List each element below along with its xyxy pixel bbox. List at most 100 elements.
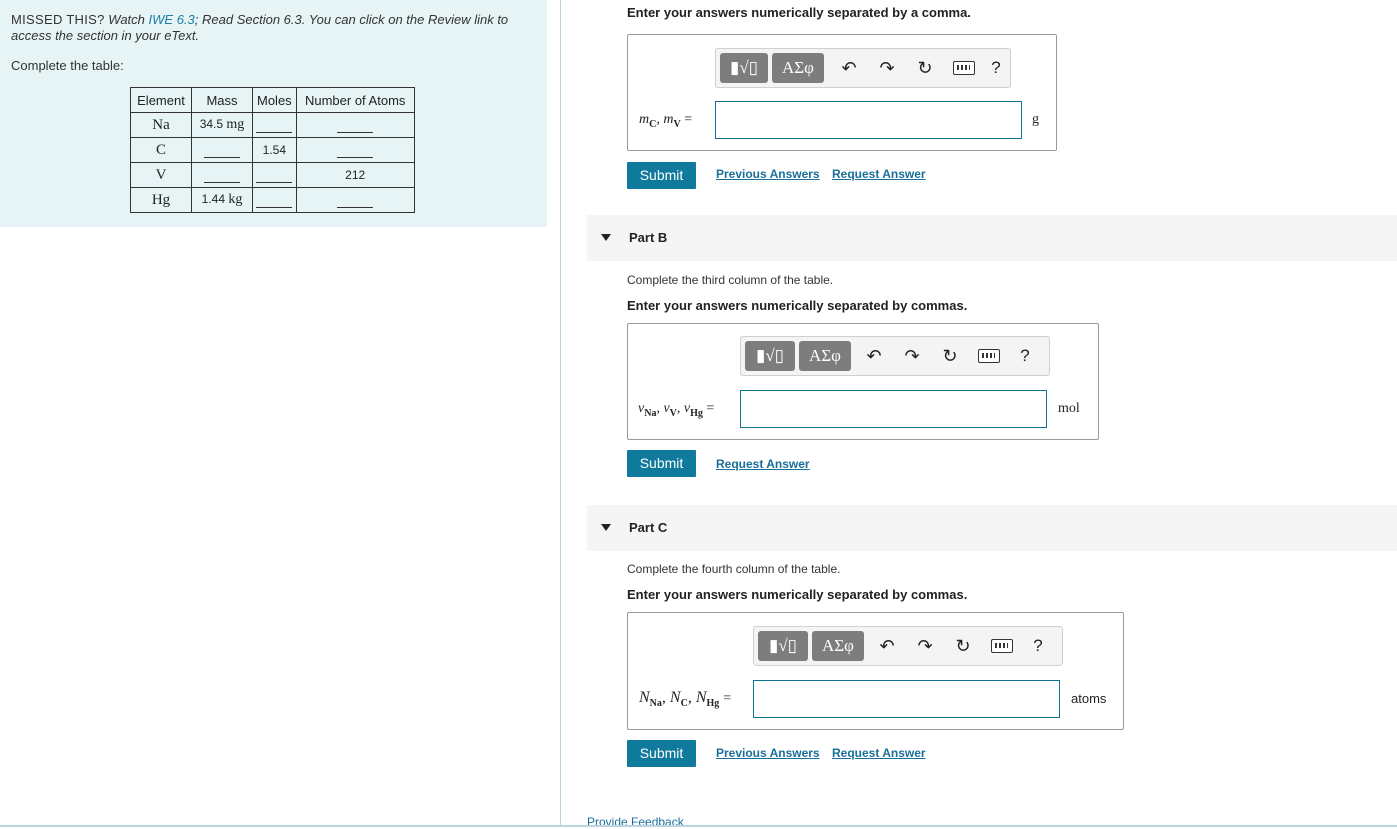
part-a-variable-label: mC, mV = xyxy=(639,112,693,130)
mass-unit: mg xyxy=(226,117,245,132)
redo-icon[interactable]: ↷ xyxy=(901,344,923,368)
mass-cell: 1.44 kg xyxy=(191,187,253,213)
part-c-unit: atoms xyxy=(1071,691,1107,706)
reset-icon[interactable]: ↻ xyxy=(914,56,936,80)
help-button[interactable]: ? xyxy=(986,56,1006,80)
element-cell: V xyxy=(130,162,192,188)
table-row: C 1.54 xyxy=(130,137,415,163)
complete-table-label: Complete the table: xyxy=(11,58,124,73)
mass-value: 34.5 xyxy=(199,117,224,131)
blank-line xyxy=(204,143,240,158)
part-c-answer-box: ▮√▯ ΑΣφ ↶ ↷ ↻ ? NNa, NC, NHg = atoms xyxy=(627,612,1124,730)
redo-icon[interactable]: ↷ xyxy=(914,634,936,658)
atoms-cell xyxy=(295,187,415,213)
table-header-row: Element Mass Moles Number of Atoms xyxy=(130,87,415,113)
header-element: Element xyxy=(130,87,192,113)
math-toolbar: ▮√▯ ΑΣφ ↶ ↷ ↻ ? xyxy=(753,626,1063,666)
element-cell: Hg xyxy=(130,187,192,213)
part-b-answer-box: ▮√▯ ΑΣφ ↶ ↷ ↻ ? νNa, νV, νHg = mol xyxy=(627,323,1099,440)
part-a-previous-answers-link[interactable]: Previous Answers xyxy=(716,167,820,181)
greek-symbols-button[interactable]: ΑΣφ xyxy=(812,631,864,661)
part-c-header[interactable]: Part C xyxy=(587,505,1397,551)
undo-icon[interactable]: ↶ xyxy=(863,344,885,368)
part-a-answer-input[interactable] xyxy=(715,101,1022,139)
mass-value: 1.44 xyxy=(201,192,225,206)
blank-line xyxy=(256,193,293,208)
header-mass: Mass xyxy=(191,87,253,113)
keyboard-icon[interactable] xyxy=(978,349,1000,363)
template-button[interactable]: ▮√▯ xyxy=(758,631,808,661)
mass-cell xyxy=(191,137,253,163)
blank-line xyxy=(256,118,293,133)
mass-cell: 34.5 mg xyxy=(191,112,253,138)
header-moles: Moles xyxy=(252,87,297,113)
table-row: V 212 xyxy=(130,162,415,188)
help-button[interactable]: ? xyxy=(1015,344,1035,368)
moles-cell xyxy=(252,112,297,138)
part-a-answer-box: ▮√▯ ΑΣφ ↶ ↷ ↻ ? mC, mV = g xyxy=(627,34,1057,151)
collapse-triangle-icon[interactable] xyxy=(601,234,611,241)
math-toolbar: ▮√▯ ΑΣφ ↶ ↷ ↻ ? xyxy=(740,336,1050,376)
part-c-title: Part C xyxy=(629,520,668,535)
part-a-submit-button[interactable]: Submit xyxy=(627,162,696,189)
help-button[interactable]: ? xyxy=(1028,634,1048,658)
greek-symbols-button[interactable]: ΑΣφ xyxy=(772,53,824,83)
watch-text: Watch xyxy=(108,12,145,27)
undo-icon[interactable]: ↶ xyxy=(838,56,860,80)
part-b-title: Part B xyxy=(629,230,668,245)
math-toolbar: ▮√▯ ΑΣφ ↶ ↷ ↻ ? xyxy=(715,48,1011,88)
part-b-answer-input[interactable] xyxy=(740,390,1047,428)
mass-unit: kg xyxy=(228,192,243,207)
element-cell: Na xyxy=(130,112,192,138)
part-c-previous-answers-link[interactable]: Previous Answers xyxy=(716,746,820,760)
part-a-unit: g xyxy=(1032,112,1039,127)
part-c-prompt: Enter your answers numerically separated… xyxy=(627,587,968,602)
column-divider xyxy=(560,0,561,827)
element-cell: C xyxy=(130,137,192,163)
part-c-answer-input[interactable] xyxy=(753,680,1060,718)
part-c-submit-button[interactable]: Submit xyxy=(627,740,696,767)
blank-line xyxy=(337,118,374,133)
part-b-prompt: Enter your answers numerically separated… xyxy=(627,298,968,313)
missed-this-text: MISSED THIS? Watch IWE 6.3; Read Section… xyxy=(11,12,531,44)
part-b-instruction: Complete the third column of the table. xyxy=(627,273,834,287)
missed-label: MISSED THIS? xyxy=(11,12,105,27)
iwe-link[interactable]: IWE 6.3 xyxy=(149,12,195,27)
table-row: Hg 1.44 kg xyxy=(130,187,415,213)
template-button[interactable]: ▮√▯ xyxy=(745,341,795,371)
part-c-instruction: Complete the fourth column of the table. xyxy=(627,562,841,576)
part-b-unit: mol xyxy=(1058,401,1080,416)
moles-cell: 1.54 xyxy=(252,137,297,163)
part-a-prompt: Enter your answers numerically separated… xyxy=(627,5,971,20)
reset-icon[interactable]: ↻ xyxy=(939,344,961,368)
keyboard-icon[interactable] xyxy=(953,61,975,75)
atoms-cell xyxy=(295,137,415,163)
part-b-variable-label: νNa, νV, νHg = xyxy=(638,401,715,419)
collapse-triangle-icon[interactable] xyxy=(601,524,611,531)
header-atoms: Number of Atoms xyxy=(295,87,415,113)
atoms-cell xyxy=(295,112,415,138)
mass-cell xyxy=(191,162,253,188)
part-c-variable-label: NNa, NC, NHg = xyxy=(639,689,732,710)
part-b-header[interactable]: Part B xyxy=(587,215,1397,261)
greek-symbols-button[interactable]: ΑΣφ xyxy=(799,341,851,371)
blank-line xyxy=(256,168,293,183)
reset-icon[interactable]: ↻ xyxy=(952,634,974,658)
part-b-request-answer-link[interactable]: Request Answer xyxy=(716,457,810,471)
undo-icon[interactable]: ↶ xyxy=(876,634,898,658)
moles-cell xyxy=(252,162,297,188)
atoms-cell: 212 xyxy=(295,162,415,188)
hint-panel: MISSED THIS? Watch IWE 6.3; Read Section… xyxy=(0,0,547,227)
part-a-request-answer-link[interactable]: Request Answer xyxy=(832,167,926,181)
blank-line xyxy=(204,168,240,183)
part-c-request-answer-link[interactable]: Request Answer xyxy=(832,746,926,760)
redo-icon[interactable]: ↷ xyxy=(876,56,898,80)
keyboard-icon[interactable] xyxy=(991,639,1013,653)
part-b-submit-button[interactable]: Submit xyxy=(627,450,696,477)
blank-line xyxy=(337,143,374,158)
moles-cell xyxy=(252,187,297,213)
element-table: Element Mass Moles Number of Atoms Na 34… xyxy=(130,87,415,213)
blank-line xyxy=(337,193,374,208)
template-button[interactable]: ▮√▯ xyxy=(720,53,768,83)
table-row: Na 34.5 mg xyxy=(130,112,415,138)
